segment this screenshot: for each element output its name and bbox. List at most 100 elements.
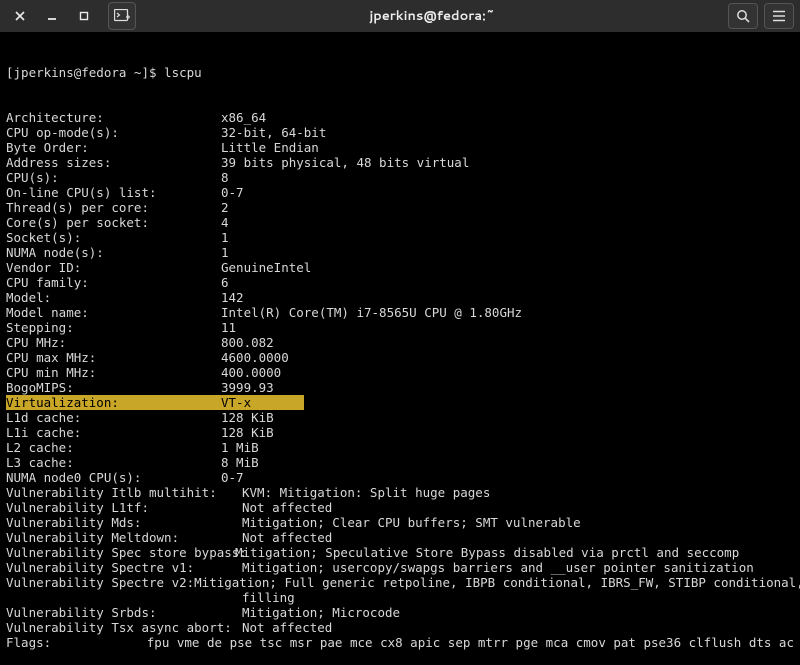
output-key: L3 cache:: [6, 455, 221, 470]
output-row: Vendor ID:GenuineIntel: [6, 260, 794, 275]
output-key: Stepping:: [6, 320, 221, 335]
output-key: CPU(s):: [6, 170, 221, 185]
output-value: VT-x: [221, 395, 251, 410]
output-key: Flags:: [6, 635, 147, 650]
output-key: Byte Order:: [6, 140, 221, 155]
output-row: BogoMIPS:3999.93: [6, 380, 794, 395]
output-value: x86_64: [221, 110, 266, 125]
output-key: Vulnerability L1tf:: [6, 500, 242, 515]
output-value: 39 bits physical, 48 bits virtual: [221, 155, 469, 170]
output-key: Socket(s):: [6, 230, 221, 245]
output-value: Not affected: [242, 500, 332, 515]
output-row: Address sizes:39 bits physical, 48 bits …: [6, 155, 794, 170]
output-row: CPU op-mode(s):32-bit, 64-bit: [6, 125, 794, 140]
close-button[interactable]: [6, 5, 34, 27]
window-controls: [6, 2, 136, 30]
output-value: 142: [221, 290, 244, 305]
output-value: 6: [221, 275, 229, 290]
output-value: 0-7: [221, 185, 244, 200]
output-value: GenuineIntel: [221, 260, 311, 275]
output-row: Thread(s) per core:2: [6, 200, 794, 215]
output-row: filling: [6, 590, 794, 605]
output-value: Mitigation; Clear CPU buffers; SMT vulne…: [242, 515, 581, 530]
prompt-text: [jperkins@fedora ~]$: [6, 65, 164, 80]
output-key: L2 cache:: [6, 440, 221, 455]
output-row: Virtualization:VT-x: [6, 395, 304, 410]
output-key: CPU family:: [6, 275, 221, 290]
output-value: 800.082: [221, 335, 274, 350]
hamburger-icon: [772, 10, 786, 22]
output-key: Vulnerability Spectre v1:: [6, 560, 242, 575]
output-row: Architecture:x86_64: [6, 110, 794, 125]
minimize-button[interactable]: [38, 5, 66, 27]
output-key: On-line CPU(s) list:: [6, 185, 221, 200]
output-key: Address sizes:: [6, 155, 221, 170]
output-key: Model name:: [6, 305, 221, 320]
maximize-button[interactable]: [70, 5, 98, 27]
output-value: 11: [221, 320, 236, 335]
output-row: CPU max MHz:4600.0000: [6, 350, 794, 365]
output-row: NUMA node(s):1: [6, 245, 794, 260]
output-row: Flags:fpu vme de pse tsc msr pae mce cx8…: [6, 635, 794, 650]
output-value: 32-bit, 64-bit: [221, 125, 326, 140]
output-key: Virtualization:: [6, 395, 221, 410]
output-value: 8 MiB: [221, 455, 259, 470]
prompt-line: [jperkins@fedora ~]$ lscpu: [6, 65, 794, 80]
output-key: CPU MHz:: [6, 335, 221, 350]
output-key: Core(s) per socket:: [6, 215, 221, 230]
output-value: Not affected: [242, 620, 332, 635]
output-value: 128 KiB: [221, 425, 274, 440]
output-row: NUMA node0 CPU(s):0-7: [6, 470, 794, 485]
output-row: Model:142: [6, 290, 794, 305]
output-value: 0-7: [221, 470, 244, 485]
output-key: Vulnerability Srbds:: [6, 605, 242, 620]
output-value: Mitigation; Full generic retpoline, IBPB…: [194, 575, 800, 590]
output-value: 2: [221, 200, 229, 215]
output-value: 1: [221, 230, 229, 245]
output-value: 128 KiB: [221, 410, 274, 425]
output-key: L1d cache:: [6, 410, 221, 425]
output-key: Vulnerability Mds:: [6, 515, 242, 530]
output-value: KVM: Mitigation: Split huge pages: [242, 485, 490, 500]
output-value: 1: [221, 245, 229, 260]
output-row: Socket(s):1: [6, 230, 794, 245]
output-value: 8: [221, 170, 229, 185]
menu-button[interactable]: [764, 3, 794, 29]
maximize-icon: [79, 11, 89, 21]
output-row: L2 cache:1 MiB: [6, 440, 794, 455]
output-key: [6, 590, 242, 605]
close-icon: [15, 11, 25, 21]
terminal-content[interactable]: [jperkins@fedora ~]$ lscpu Architecture:…: [0, 32, 800, 665]
output-value: fpu vme de pse tsc msr pae mce cx8 apic …: [147, 635, 794, 650]
output-row: Vulnerability Mds:Mitigation; Clear CPU …: [6, 515, 794, 530]
output-value: Mitigation; usercopy/swapgs barriers and…: [242, 560, 754, 575]
search-icon: [736, 9, 750, 23]
output-row: Vulnerability Spectre v1:Mitigation; use…: [6, 560, 794, 575]
search-button[interactable]: [728, 3, 758, 29]
output-row: Core(s) per socket:4: [6, 215, 794, 230]
output-row: Vulnerability L1tf:Not affected: [6, 500, 794, 515]
output-value: 4: [221, 215, 229, 230]
output-row: CPU family:6: [6, 275, 794, 290]
output-row: CPU MHz:800.082: [6, 335, 794, 350]
output-key: NUMA node0 CPU(s):: [6, 470, 221, 485]
output-key: CPU max MHz:: [6, 350, 221, 365]
new-tab-button[interactable]: [108, 2, 136, 30]
output-key: Vulnerability Spectre v2:: [6, 575, 194, 590]
output-value: Mitigation; Microcode: [242, 605, 400, 620]
output-value: Intel(R) Core(TM) i7-8565U CPU @ 1.80GHz: [221, 305, 522, 320]
output-key: Architecture:: [6, 110, 221, 125]
output-row: Vulnerability Spec store bypass:Mitigati…: [6, 545, 794, 560]
output-row: CPU(s):8: [6, 170, 794, 185]
output-value: Little Endian: [221, 140, 319, 155]
output-key: BogoMIPS:: [6, 380, 221, 395]
output-key: CPU op-mode(s):: [6, 125, 221, 140]
output-row: Vulnerability Itlb multihit:KVM: Mitigat…: [6, 485, 794, 500]
output-row: CPU min MHz:400.0000: [6, 365, 794, 380]
terminal-plus-icon: [114, 9, 130, 23]
output-value: Mitigation; Speculative Store Bypass dis…: [235, 545, 739, 560]
output-key: Vulnerability Tsx async abort:: [6, 620, 242, 635]
output-row: Model name:Intel(R) Core(TM) i7-8565U CP…: [6, 305, 794, 320]
output-key: Model:: [6, 290, 221, 305]
output-key: Vendor ID:: [6, 260, 221, 275]
